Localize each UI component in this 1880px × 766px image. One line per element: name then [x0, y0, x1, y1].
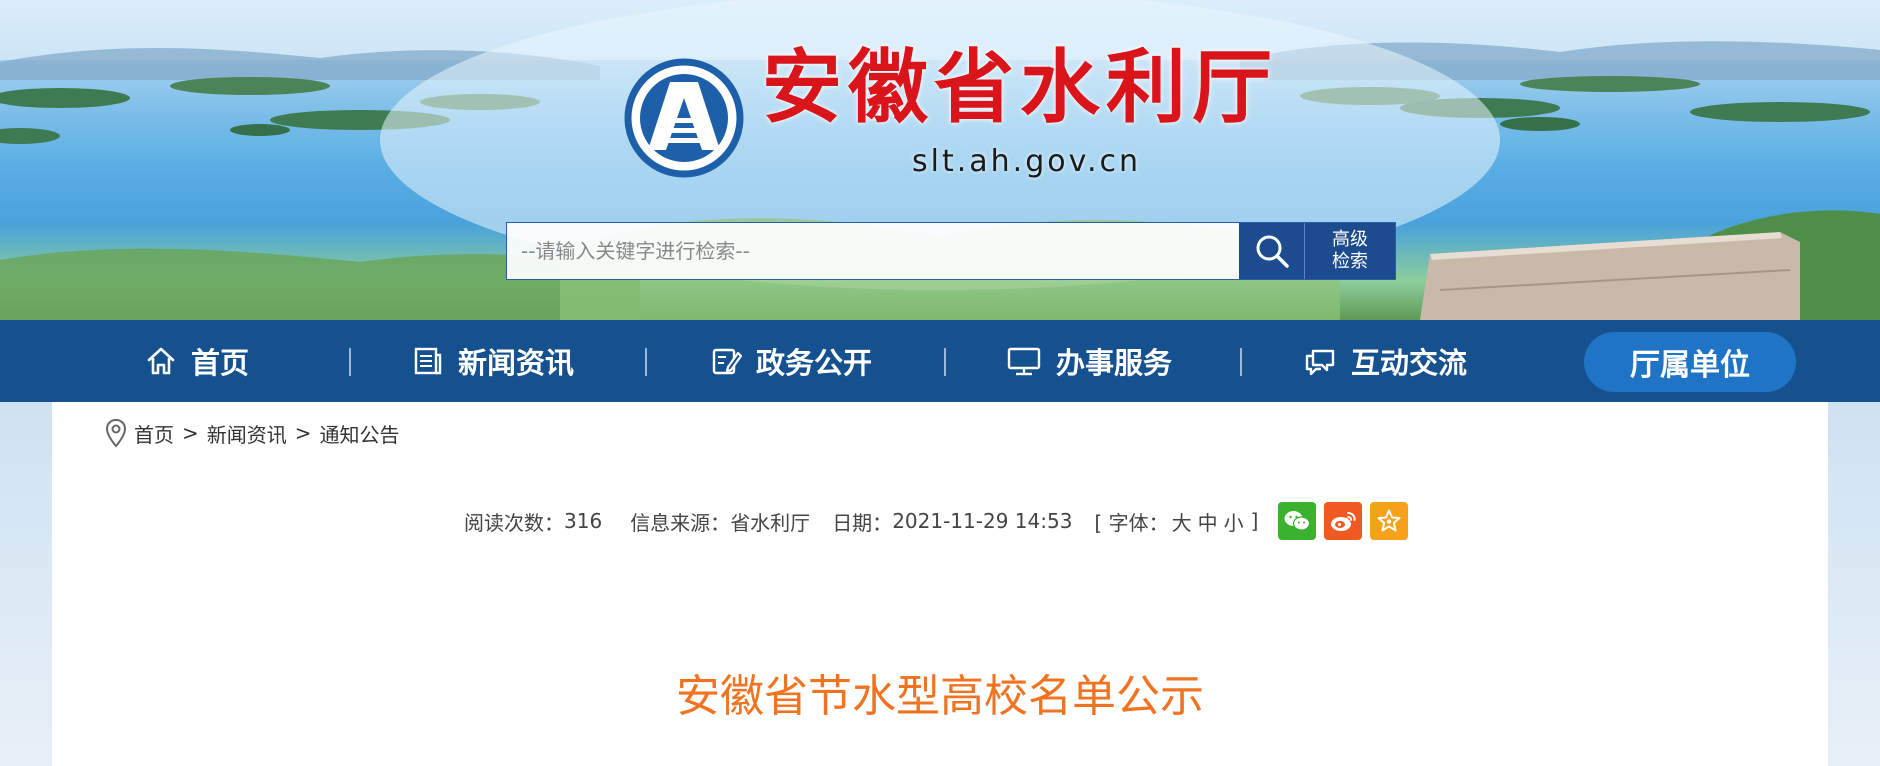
nav-item-interaction[interactable]: 互动交流: [1303, 320, 1467, 402]
read-count: 316: [564, 509, 603, 533]
nav-label-interaction: 互动交流: [1351, 346, 1468, 380]
nav-separator: [944, 348, 946, 376]
favorite-button[interactable]: [1370, 502, 1409, 540]
font-size-large[interactable]: 大: [1172, 507, 1192, 536]
article-content: 首页 > 新闻资讯 > 通知公告 阅读次数： 316 信息来源： 省水利厅 日期…: [52, 402, 1828, 766]
advanced-search-button[interactable]: 高级 检索: [1305, 223, 1395, 279]
location-pin-icon: [105, 418, 127, 448]
advanced-search-label-1: 高级: [1332, 229, 1368, 250]
chat-icon: [1305, 349, 1335, 376]
weibo-icon: [1331, 512, 1356, 531]
nav-label-services: 办事服务: [1056, 346, 1173, 380]
source-label: 信息来源：: [630, 510, 731, 535]
breadcrumb: 首页 > 新闻资讯 > 通知公告: [104, 418, 400, 448]
share-wechat-button[interactable]: [1278, 502, 1317, 540]
favorite-star-icon: [1377, 509, 1401, 532]
nav-item-home[interactable]: 首页: [145, 320, 249, 402]
nav-item-gov-affairs[interactable]: 政务公开: [710, 320, 872, 402]
share-weibo-button[interactable]: [1324, 502, 1363, 540]
nav-item-news[interactable]: 新闻资讯: [412, 320, 574, 402]
search-input[interactable]: [507, 223, 1239, 279]
nav-label-gov-affairs: 政务公开: [756, 346, 873, 380]
breadcrumb-notices[interactable]: 通知公告: [320, 419, 400, 448]
breadcrumb-home[interactable]: 首页: [134, 419, 174, 448]
font-size-small[interactable]: 小: [1224, 507, 1244, 536]
nav-label-news: 新闻资讯: [458, 346, 575, 380]
font-size-open: [ 字体：: [1094, 510, 1169, 535]
nav-separator: [349, 348, 351, 376]
search-icon: [1256, 235, 1289, 268]
main-nav: 首页 新闻资讯 政务公开 办事服务 互动交流 厅属单位: [0, 320, 1880, 402]
breadcrumb-news[interactable]: 新闻资讯: [207, 419, 287, 448]
wechat-icon: [1284, 511, 1311, 531]
nav-separator: [645, 348, 647, 376]
site-title: 安徽省水利厅: [762, 41, 1278, 134]
site-domain: slt.ah.gov.cn: [912, 144, 1142, 179]
site-logo[interactable]: [624, 58, 744, 178]
right-side-background: [1828, 402, 1880, 766]
date-value: 2021-11-29 14:53: [892, 509, 1073, 533]
advanced-search-label-2: 检索: [1332, 251, 1368, 272]
date-label: 日期：: [832, 510, 893, 535]
nav-separator: [1240, 348, 1242, 376]
nav-label-home: 首页: [191, 346, 250, 380]
breadcrumb-separator: >: [294, 421, 312, 445]
read-count-label: 阅读次数：: [464, 510, 564, 535]
breadcrumb-separator: >: [182, 421, 199, 445]
source-value: 省水利厅: [730, 510, 811, 535]
article-title: 安徽省节水型高校名单公示: [676, 671, 1204, 722]
monitor-icon: [1007, 347, 1041, 376]
home-icon: [147, 347, 175, 375]
edit-document-icon: [712, 348, 742, 375]
nav-item-services[interactable]: 办事服务: [1006, 320, 1172, 402]
article-meta: 阅读次数： 316 信息来源： 省水利厅 日期： 2021-11-29 14:5…: [464, 502, 1416, 540]
search-button[interactable]: [1239, 223, 1305, 279]
search-bar: 高级检索: [506, 222, 1396, 280]
font-size-medium[interactable]: 中: [1198, 507, 1218, 536]
header-banner: 安徽省水利厅 slt.ah.gov.cn 高级检索: [0, 0, 1880, 320]
nav-item-affiliated-units[interactable]: 厅属单位: [1584, 332, 1796, 392]
left-side-background: [0, 402, 52, 766]
share-buttons: [1278, 502, 1416, 540]
news-icon: [414, 347, 442, 375]
font-size-close: ]: [1250, 509, 1259, 533]
logo-emblem-icon: [624, 58, 744, 178]
